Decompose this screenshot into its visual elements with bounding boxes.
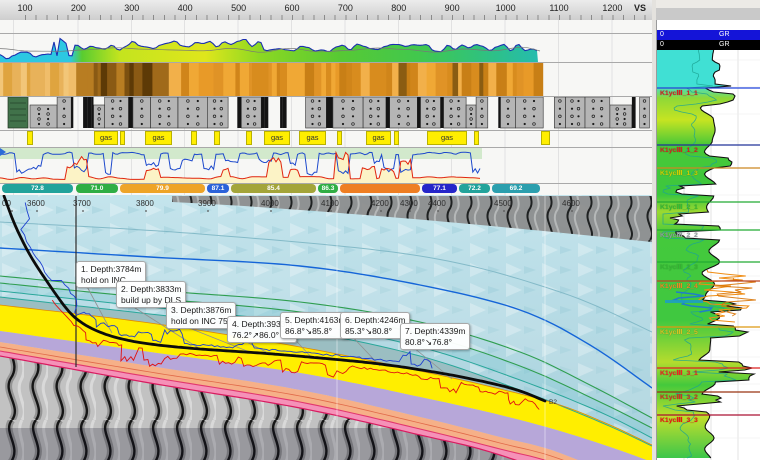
ruler-tick-label: 600 [284,3,299,13]
ruler-tick-label: 900 [445,3,460,13]
gas-curves-track[interactable] [0,147,652,183]
ruler-tick-label: 1000 [496,3,516,13]
gas-interval-badge [120,131,125,145]
annotation-line1: 1. Depth:3784m [81,264,141,275]
gas-interval-badge [474,131,479,145]
percent-segment: 86.3 [318,184,338,193]
gr-panel-top-strip [656,8,760,20]
formation-top-label: K1ycⅢ_3_3 [660,416,698,424]
percent-segment: 87.1 [207,184,229,193]
gas-interval-badge [541,131,550,145]
formation-top-label: K1ycⅢ_2_1 [660,203,698,211]
gas-interval-badge [27,131,33,145]
percent-segment: 85.4 [231,184,316,193]
gas-interval-badge [214,131,220,145]
formation-top-label: K1ycⅢ_1_2 [660,146,698,154]
percent-segment [340,184,420,193]
gas-interval-badge [246,131,252,145]
md-depth-label: 3700 [73,199,91,208]
ruler-tick-label: 300 [124,3,139,13]
track-divider [0,96,652,97]
md-depth-label: 4600 [562,199,580,208]
annotation-line1: 7. Depth:4339m [405,326,465,337]
gas-interval-badge [191,131,197,145]
gas-interval-badge: gas [145,131,172,145]
gas-interval-badge [394,131,399,145]
ruler-tick-label: 200 [71,3,86,13]
md-depth-label: 3800 [136,199,154,208]
formation-top-label: K1ycⅢ_2_4 [660,282,698,290]
formation-top-label: K1ycⅢ_1_1 [660,89,698,97]
ruler-tick-label: 1100 [549,3,568,13]
md-depth-label: 3900 [198,199,216,208]
track-divider [0,62,652,63]
md-depth-label: 4500 [494,199,512,208]
md-depth-label: 3600 [27,199,45,208]
gas-interval-badge [337,131,342,145]
md-depth-label: 4200 [371,199,389,208]
ruler-tick-label: 400 [178,3,193,13]
ruler-tick-label: 1200 [602,3,622,13]
geosteering-app-window: VS 100 200 300 400 500 600 700 800 900 1000 1100 12… [0,0,760,460]
gr-color-curve-track[interactable] [0,33,652,62]
percent-segment: 72.2 [459,184,490,193]
annotation-line1: 5. Depth:4163m [285,315,345,326]
annotation-line1: 6. Depth:4246m [345,315,405,326]
ruler-tick-label: 800 [391,3,406,13]
ruler-tick-label: 100 [17,3,32,13]
md-depth-label: 4000 [261,199,279,208]
annotation-line2: hold on INC 75° [171,316,231,327]
formation-top-label: K1ycⅢ_2_2 [660,231,698,239]
ruler-tick-label: 500 [231,3,246,13]
lithology-track[interactable] [0,96,652,130]
percent-segment: 72.8 [2,184,73,193]
formation-top-label: K1ycⅢ_2_5 [660,328,698,336]
depth-annotation-callout[interactable]: 3. Depth:3876mhold on INC 75° [166,302,236,329]
vs-axis-unit-label: VS [634,3,646,13]
md-depth-label: 4300 [400,199,418,208]
gas-interval-badge: gas [94,131,118,145]
well-target-label: B2 [549,399,557,406]
md-depth-label: 4100 [321,199,339,208]
formation-top-label: K1ycⅢ_1_3 [660,169,698,177]
track-divider [0,33,652,34]
gas-interval-badge: gas [264,131,290,145]
formation-top-label: K1ycⅢ_3_2 [660,393,698,401]
annotation-line1: 2. Depth:3833m [121,284,181,295]
percent-segment: 71.0 [76,184,118,193]
track-divider [0,147,652,148]
percent-segment: 79.9 [120,184,205,193]
track-marker-icon [0,148,6,156]
annotation-line1: 3. Depth:3876m [171,305,231,316]
borehole-image-track[interactable] [0,62,652,96]
annotation-line2: 86.8°↘85.8° [285,326,345,337]
depth-annotation-callout[interactable]: 7. Depth:4339m80.8°↘76.8° [400,323,470,350]
percent-segment: 77.1 [422,184,457,193]
gas-interval-badge: gas [366,131,391,145]
md-depth-label: 4400 [428,199,446,208]
vs-ruler[interactable]: VS 100 200 300 400 500 600 700 800 900 1000 1100 12… [0,0,652,21]
annotation-line2: 80.8°↘76.8° [405,337,465,348]
ruler-tick-label: 700 [338,3,353,13]
gas-interval-badge: gas [299,131,326,145]
annotation-line2: 85.3°↘80.8° [345,326,405,337]
formation-top-label: K1ycⅢ_3_1 [660,369,698,377]
percent-segment: 69.2 [492,184,540,193]
formation-top-label: K1ycⅢ_2_3 [660,263,698,271]
gas-interval-badge: gas [427,131,467,145]
